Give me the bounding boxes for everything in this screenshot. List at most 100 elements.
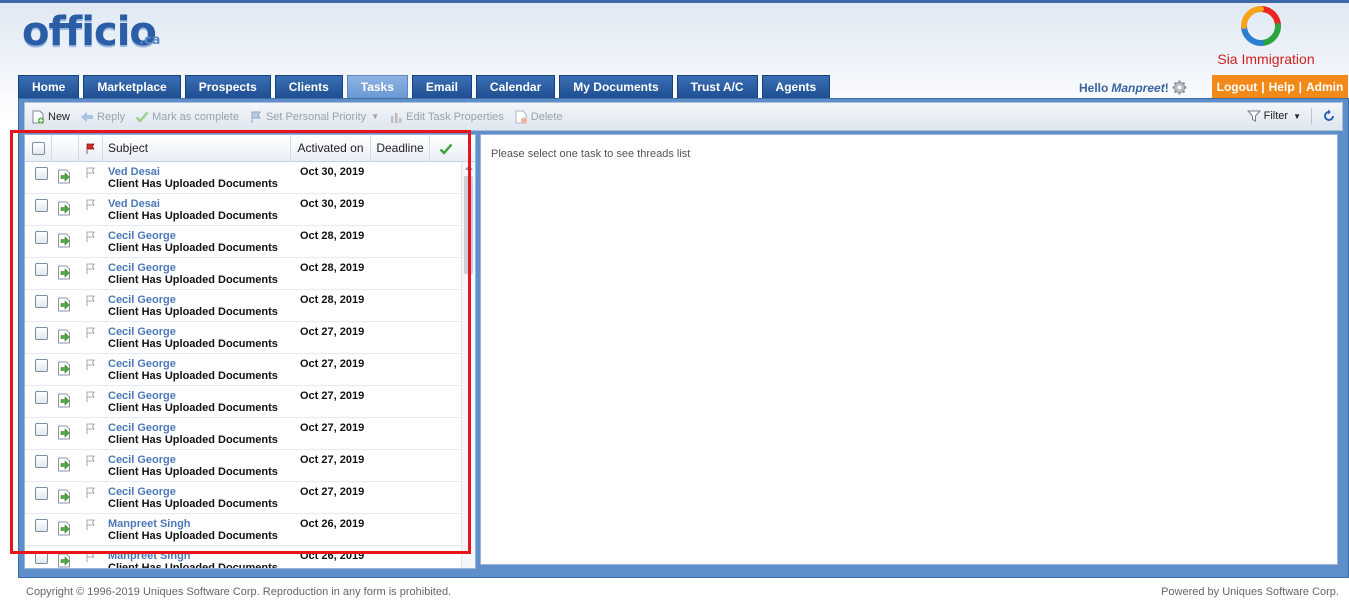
scroll-thumb[interactable] xyxy=(464,176,473,274)
go-arrow-icon[interactable] xyxy=(57,233,72,248)
go-arrow-icon[interactable] xyxy=(57,169,72,184)
set-priority-button[interactable]: Set Personal Priority ▼ xyxy=(249,110,379,124)
tab-clients[interactable]: Clients xyxy=(274,75,343,98)
go-arrow-icon[interactable] xyxy=(57,425,72,440)
go-arrow-icon[interactable] xyxy=(57,393,72,408)
select-all-checkbox[interactable] xyxy=(31,142,45,156)
flag-icon[interactable] xyxy=(85,359,96,370)
tab-home[interactable]: Home xyxy=(18,75,80,98)
flag-icon[interactable] xyxy=(85,231,96,242)
flag-icon[interactable] xyxy=(85,551,96,562)
row-checkbox[interactable] xyxy=(35,199,48,213)
header-complete-cell[interactable] xyxy=(430,135,461,161)
help-link[interactable]: Help xyxy=(1269,80,1295,94)
row-checkbox[interactable] xyxy=(35,295,48,309)
tab-tasks[interactable]: Tasks xyxy=(346,75,408,98)
table-row[interactable]: Cecil George Client Has Uploaded Document… xyxy=(25,482,461,514)
row-checkbox[interactable] xyxy=(35,519,48,533)
row-checkbox[interactable] xyxy=(35,551,48,565)
table-row[interactable]: Ved Desai Client Has Uploaded Documents Oc… xyxy=(25,194,461,226)
table-row[interactable]: Cecil George Client Has Uploaded Document… xyxy=(25,450,461,482)
flag-icon[interactable] xyxy=(85,519,96,530)
grid-scrollbar[interactable] xyxy=(461,162,475,568)
logout-link[interactable]: Logout xyxy=(1217,80,1258,94)
table-row[interactable]: Manpreet Singh Client Has Uploaded Docume… xyxy=(25,514,461,546)
row-checkbox[interactable] xyxy=(35,327,48,341)
task-client-link[interactable]: Manpreet Singh xyxy=(108,550,191,562)
flag-icon[interactable] xyxy=(85,455,96,466)
flag-icon[interactable] xyxy=(85,263,96,274)
table-row[interactable]: Cecil George Client Has Uploaded Document… xyxy=(25,290,461,322)
go-arrow-icon[interactable] xyxy=(57,489,72,504)
task-client-link[interactable]: Cecil George xyxy=(108,422,176,434)
task-client-link[interactable]: Cecil George xyxy=(108,294,176,306)
mark-complete-button[interactable]: Mark as complete xyxy=(135,110,239,124)
table-row[interactable]: Cecil George Client Has Uploaded Document… xyxy=(25,258,461,290)
refresh-icon[interactable] xyxy=(1322,109,1336,123)
go-arrow-icon[interactable] xyxy=(57,329,72,344)
scroll-up-icon[interactable] xyxy=(465,165,473,170)
task-client-link[interactable]: Cecil George xyxy=(108,486,176,498)
header-subject[interactable]: Subject xyxy=(103,135,291,161)
task-client-link[interactable]: Ved Desai xyxy=(108,166,160,178)
row-checkbox[interactable] xyxy=(35,423,48,437)
go-arrow-icon[interactable] xyxy=(57,201,72,216)
go-arrow-icon[interactable] xyxy=(57,457,72,472)
tab-trust-ac[interactable]: Trust A/C xyxy=(676,75,758,98)
tab-email[interactable]: Email xyxy=(411,75,472,98)
tab-marketplace[interactable]: Marketplace xyxy=(83,75,181,98)
toolbar-divider xyxy=(1311,108,1312,124)
task-subject: Client Has Uploaded Documents xyxy=(108,306,278,318)
reply-button[interactable]: Reply xyxy=(80,110,125,124)
edit-properties-button[interactable]: Edit Task Properties xyxy=(389,110,504,124)
task-client-link[interactable]: Cecil George xyxy=(108,230,176,242)
chevron-down-icon: ▼ xyxy=(371,112,380,121)
flag-icon[interactable] xyxy=(85,423,96,434)
flag-icon[interactable] xyxy=(85,327,96,338)
tab-calendar[interactable]: Calendar xyxy=(475,75,556,98)
row-checkbox[interactable] xyxy=(35,263,48,277)
tab-agents[interactable]: Agents xyxy=(761,75,831,98)
row-checkbox[interactable] xyxy=(35,487,48,501)
go-arrow-icon[interactable] xyxy=(57,521,72,536)
go-arrow-icon[interactable] xyxy=(57,297,72,312)
flag-icon[interactable] xyxy=(85,391,96,402)
row-checkbox[interactable] xyxy=(35,359,48,373)
task-client-link[interactable]: Cecil George xyxy=(108,454,176,466)
gear-icon[interactable] xyxy=(1172,80,1187,95)
go-arrow-icon[interactable] xyxy=(57,553,72,568)
row-checkbox[interactable] xyxy=(35,167,48,181)
flag-icon[interactable] xyxy=(85,295,96,306)
row-checkbox[interactable] xyxy=(35,231,48,245)
table-row[interactable]: Cecil George Client Has Uploaded Document… xyxy=(25,354,461,386)
table-row[interactable]: Ved Desai Client Has Uploaded Documents Oc… xyxy=(25,162,461,194)
task-client-link[interactable]: Cecil George xyxy=(108,262,176,274)
go-arrow-icon[interactable] xyxy=(57,361,72,376)
delete-button[interactable]: Delete xyxy=(514,110,563,124)
table-row[interactable]: Cecil George Client Has Uploaded Document… xyxy=(25,386,461,418)
flag-icon[interactable] xyxy=(85,167,96,178)
tab-my-documents[interactable]: My Documents xyxy=(559,75,673,98)
table-row[interactable]: Cecil George Client Has Uploaded Document… xyxy=(25,226,461,258)
header-deadline[interactable]: Deadline xyxy=(371,135,430,161)
task-client-link[interactable]: Ved Desai xyxy=(108,198,160,210)
row-checkbox[interactable] xyxy=(35,455,48,469)
tab-prospects[interactable]: Prospects xyxy=(184,75,271,98)
task-client-link[interactable]: Cecil George xyxy=(108,326,176,338)
row-checkbox[interactable] xyxy=(35,391,48,405)
flag-icon[interactable] xyxy=(85,487,96,498)
filter-button[interactable]: Filter ▼ xyxy=(1246,109,1301,123)
officio-logo[interactable]: officio .ca xyxy=(22,8,182,64)
table-row[interactable]: Manpreet Singh Client Has Uploaded Docume… xyxy=(25,546,461,568)
table-row[interactable]: Cecil George Client Has Uploaded Document… xyxy=(25,322,461,354)
flag-icon[interactable] xyxy=(85,199,96,210)
task-client-link[interactable]: Cecil George xyxy=(108,358,176,370)
admin-link[interactable]: Admin xyxy=(1306,80,1343,94)
task-client-link[interactable]: Manpreet Singh xyxy=(108,518,191,530)
table-row[interactable]: Cecil George Client Has Uploaded Document… xyxy=(25,418,461,450)
task-client-link[interactable]: Cecil George xyxy=(108,390,176,402)
new-button[interactable]: New xyxy=(31,110,70,124)
header-flag-cell[interactable] xyxy=(79,135,103,161)
header-activated-on[interactable]: Activated on xyxy=(291,135,371,161)
go-arrow-icon[interactable] xyxy=(57,265,72,280)
